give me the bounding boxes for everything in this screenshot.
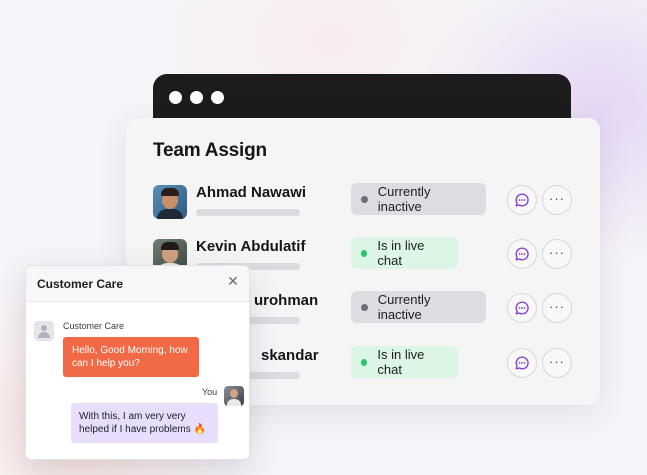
chat-button[interactable]	[507, 185, 537, 215]
window-dot-icon	[211, 91, 224, 104]
more-options-button[interactable]: ···	[542, 348, 572, 378]
sender-label: Customer Care	[63, 321, 125, 331]
status-badge: Currently inactive	[351, 291, 486, 323]
member-name: Kevin Abdulatif	[196, 238, 306, 255]
more-options-button[interactable]: ···	[542, 239, 572, 269]
chat-icon	[515, 247, 529, 261]
status-dot-icon	[361, 358, 368, 366]
status-dot-icon	[361, 249, 368, 257]
sender-label: You	[202, 387, 218, 397]
member-name: Ahmad Nawawi	[196, 184, 307, 201]
window-dot-icon	[169, 91, 182, 104]
chat-icon	[515, 193, 529, 207]
window-dot-icon	[190, 91, 203, 104]
more-options-button[interactable]: ···	[542, 185, 572, 215]
chat-button[interactable]	[507, 293, 537, 323]
popup-header: Customer Care ✕	[26, 266, 249, 302]
avatar	[153, 185, 187, 219]
chat-icon	[515, 301, 529, 315]
status-label: Is in live chat	[377, 347, 425, 377]
placeholder-bar	[196, 209, 300, 216]
user-message-bubble: With this, I am very very helped if I ha…	[71, 403, 218, 443]
more-icon: ···	[549, 354, 565, 369]
status-label: Currently inactive	[377, 292, 431, 322]
member-name: urohman	[254, 292, 319, 309]
status-dot-icon	[361, 303, 368, 311]
status-dot-icon	[361, 195, 368, 203]
close-icon[interactable]: ✕	[225, 273, 241, 289]
page-title: Team Assign	[153, 140, 267, 161]
more-options-button[interactable]: ···	[542, 293, 572, 323]
customer-care-popup: Customer Care ✕ Customer Care Hello, Goo…	[25, 265, 250, 460]
more-icon: ···	[549, 191, 565, 206]
popup-title: Customer Care	[37, 277, 124, 291]
agent-avatar	[34, 321, 54, 341]
agent-message-bubble: Hello, Good Morning, how can I help you?	[63, 337, 199, 377]
status-badge: Is in live chat	[351, 346, 458, 378]
more-icon: ···	[549, 245, 565, 260]
more-icon: ···	[549, 299, 565, 314]
status-badge: Is in live chat	[351, 237, 458, 269]
chat-icon	[515, 356, 529, 370]
chat-button[interactable]	[507, 348, 537, 378]
status-label: Currently inactive	[377, 184, 431, 214]
chat-button[interactable]	[507, 239, 537, 269]
status-badge: Currently inactive	[351, 183, 486, 215]
user-avatar	[224, 386, 244, 406]
member-name: skandar	[261, 347, 319, 364]
status-label: Is in live chat	[377, 238, 425, 268]
team-member-row: Ahmad Nawawi Currently inactive ···	[126, 183, 600, 225]
